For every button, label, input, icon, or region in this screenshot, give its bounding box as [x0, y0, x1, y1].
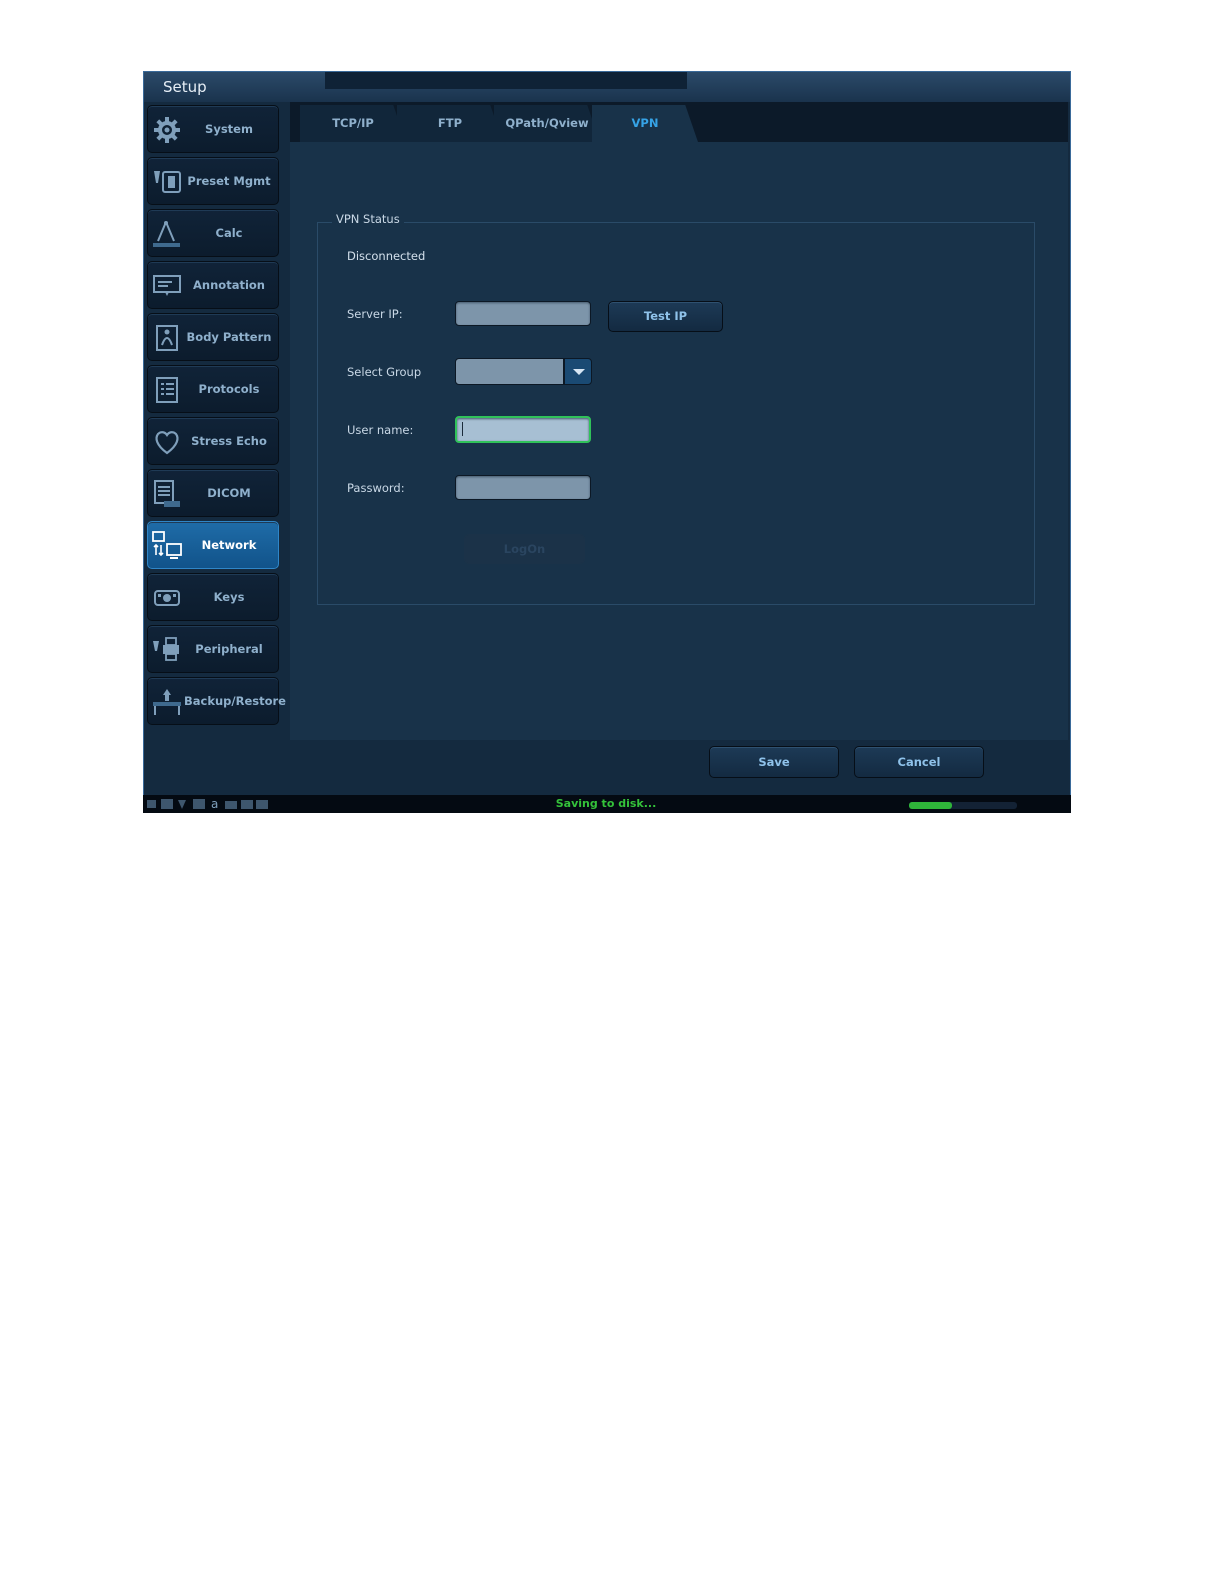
sidebar-item-label: Stress Echo	[191, 434, 267, 448]
sidebar-item-body-pattern[interactable]: Body Pattern	[147, 313, 279, 361]
sidebar-item-label: Protocols	[198, 382, 260, 396]
status-tray-icons: a	[145, 797, 270, 811]
sidebar-item-label: DICOM	[207, 486, 251, 500]
gear-icon	[152, 115, 182, 145]
password-label: Password:	[347, 481, 405, 495]
printer-icon	[152, 635, 182, 665]
server-ip-input[interactable]	[455, 301, 591, 326]
sidebar-item-label: Preset Mgmt	[187, 174, 271, 188]
tab-ftp[interactable]: FTP	[397, 105, 503, 142]
sidebar-item-label: Peripheral	[195, 642, 263, 656]
body-pattern-icon	[152, 323, 182, 353]
dialog-footer: Save Cancel	[144, 740, 1070, 794]
sidebar-item-label: System	[205, 122, 253, 136]
sidebar-item-dicom[interactable]: DICOM	[147, 469, 279, 517]
title-bar: Setup	[144, 72, 1070, 102]
title-bar-slot	[325, 72, 687, 89]
list-icon	[152, 375, 182, 405]
save-progress-fill	[909, 802, 953, 809]
sidebar-item-label: Annotation	[193, 278, 265, 292]
sidebar: System Preset Mgmt Calc Annotation Body …	[147, 105, 286, 729]
sidebar-item-backup-restore[interactable]: Backup/Restore	[147, 677, 286, 725]
save-progress-bar	[909, 802, 1017, 809]
chevron-down-icon	[573, 369, 585, 375]
vpn-status-group	[317, 222, 1035, 605]
sidebar-item-preset-mgmt[interactable]: Preset Mgmt	[147, 157, 279, 205]
select-group-label: Select Group	[347, 365, 422, 379]
sidebar-item-keys[interactable]: Keys	[147, 573, 279, 621]
password-input[interactable]	[455, 475, 591, 500]
backup-icon	[152, 687, 182, 717]
tab-tcp-ip[interactable]: TCP/IP	[300, 105, 406, 142]
window-title: Setup	[163, 78, 207, 96]
test-ip-button[interactable]: Test IP	[608, 301, 723, 332]
comment-icon	[152, 271, 182, 301]
select-group-field[interactable]	[455, 358, 564, 385]
select-group-dropdown[interactable]	[455, 358, 592, 385]
vpn-status-title: VPN Status	[332, 212, 404, 226]
text-caret	[462, 422, 463, 436]
document-icon	[152, 479, 182, 509]
tab-qpath-qview[interactable]: QPath/Qview	[494, 105, 600, 142]
sidebar-item-label: Network	[201, 538, 257, 552]
svg-text:a: a	[211, 797, 218, 811]
sidebar-item-label: Backup/Restore	[184, 694, 286, 708]
username-input[interactable]	[455, 416, 591, 443]
sidebar-item-network[interactable]: Network	[147, 521, 279, 569]
tab-vpn[interactable]: VPN	[592, 105, 698, 142]
keys-icon	[152, 583, 182, 613]
sidebar-item-system[interactable]: System	[147, 105, 279, 153]
sidebar-item-calc[interactable]: Calc	[147, 209, 279, 257]
setup-window: Setup System Preset Mgmt Calc Annotation…	[143, 71, 1071, 813]
main-content: TCP/IP FTP QPath/Qview VPN VPN Status Di…	[290, 102, 1068, 740]
sidebar-item-stress-echo[interactable]: Stress Echo	[147, 417, 279, 465]
username-label: User name:	[347, 423, 414, 437]
logon-button[interactable]: LogOn	[464, 534, 585, 564]
sidebar-item-label: Calc	[215, 226, 243, 240]
sidebar-item-label: Body Pattern	[186, 330, 272, 344]
save-button[interactable]: Save	[709, 746, 839, 778]
system-status-bar: a Saving to disk...	[143, 795, 1071, 813]
server-ip-label: Server IP:	[347, 307, 403, 321]
tab-strip: TCP/IP FTP QPath/Qview VPN	[290, 102, 1068, 142]
cancel-button[interactable]: Cancel	[854, 746, 984, 778]
compass-icon	[152, 219, 182, 249]
heart-icon	[152, 427, 182, 457]
sidebar-item-annotation[interactable]: Annotation	[147, 261, 279, 309]
network-icon	[152, 531, 182, 561]
status-message: Saving to disk...	[555, 797, 657, 810]
sidebar-item-protocols[interactable]: Protocols	[147, 365, 279, 413]
sidebar-item-peripheral[interactable]: Peripheral	[147, 625, 279, 673]
dropdown-arrow-button[interactable]	[564, 358, 592, 385]
vpn-connection-status: Disconnected	[347, 249, 426, 263]
probe-preset-icon	[152, 167, 182, 197]
sidebar-item-label: Keys	[213, 590, 245, 604]
